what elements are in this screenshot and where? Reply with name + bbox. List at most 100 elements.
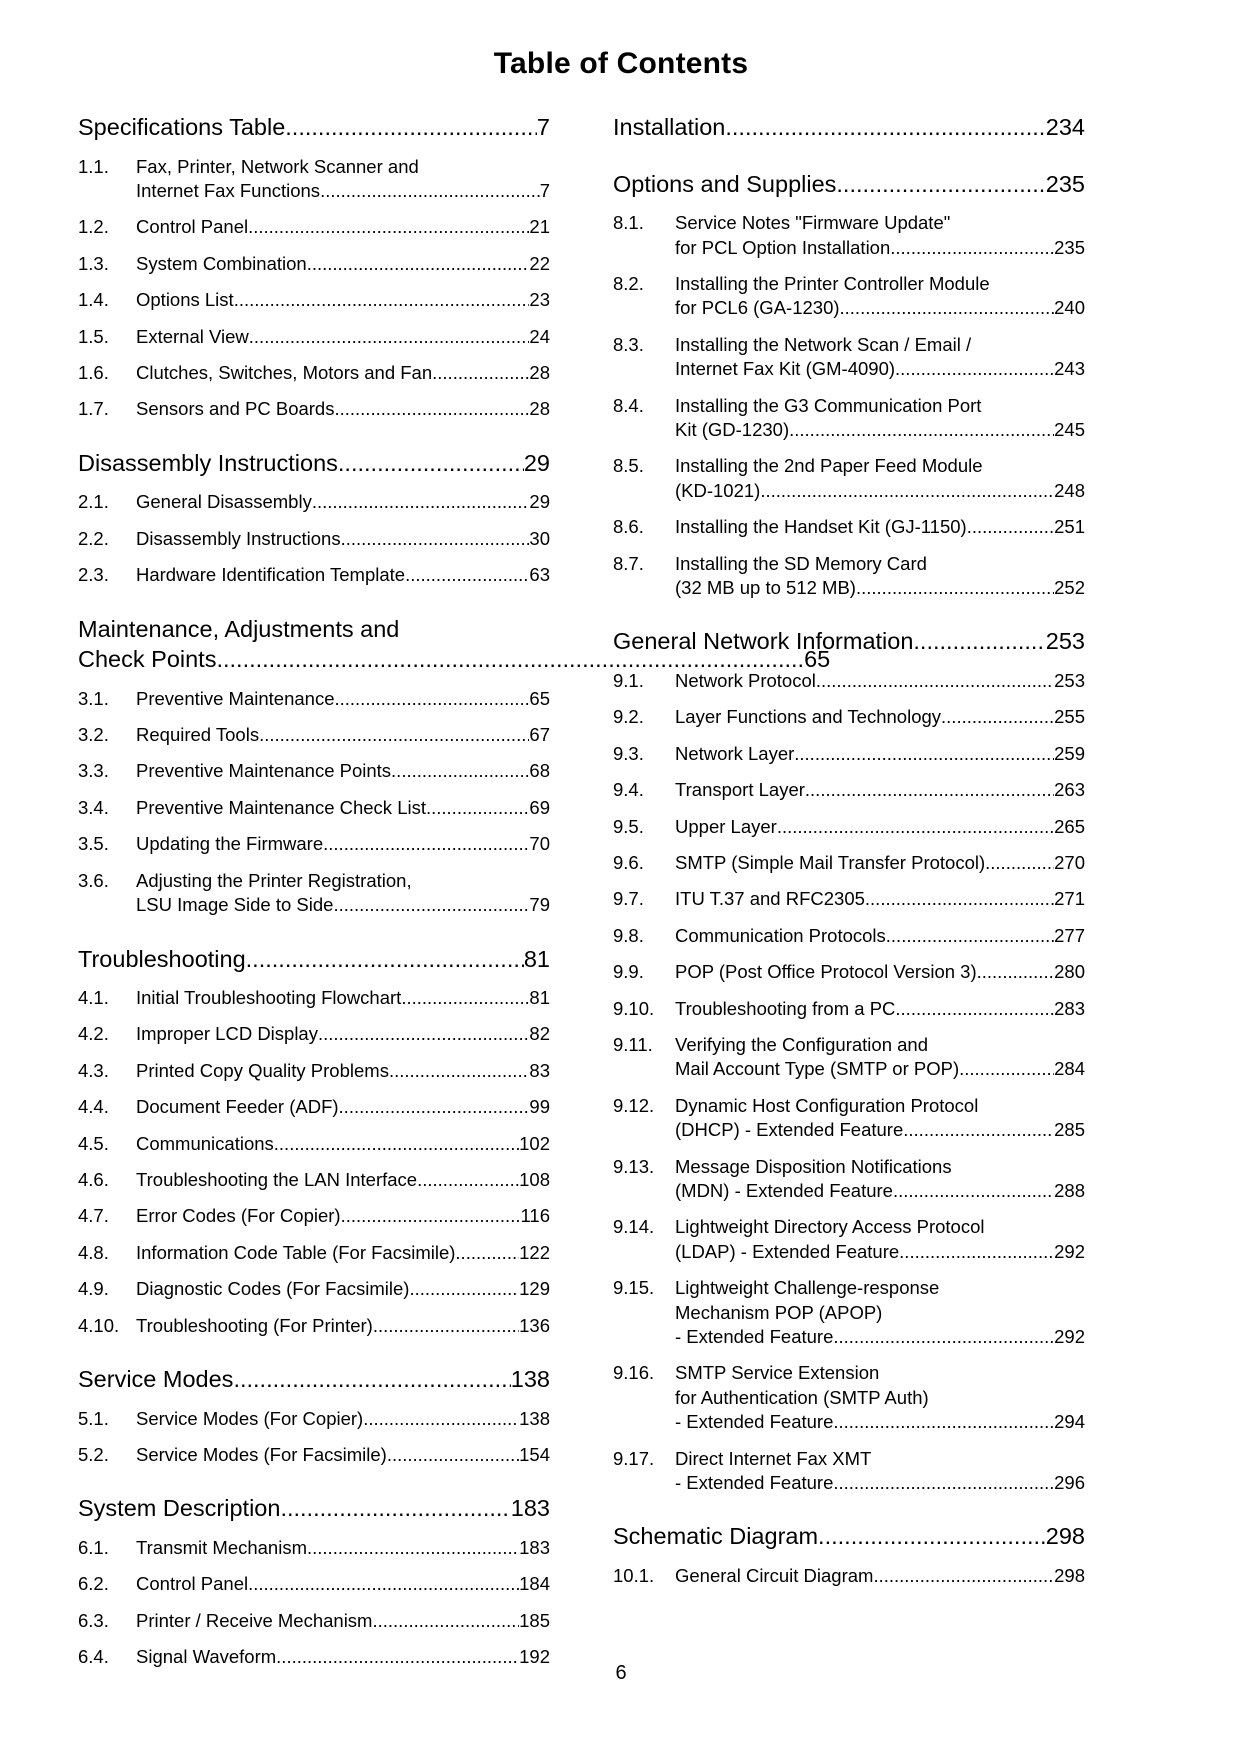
toc-entry-line: Fax, Printer, Network Scanner and — [136, 155, 550, 179]
toc-entry[interactable]: 3.3. Preventive Maintenance Points ......… — [78, 759, 550, 783]
toc-entry[interactable]: 9.4. Transport Layer ....................… — [613, 778, 1085, 802]
toc-entry[interactable]: 9.10. Troubleshooting from a PC .........… — [613, 997, 1085, 1021]
toc-entry[interactable]: 3.5. Updating the Firmware ..............… — [78, 832, 550, 856]
toc-entry[interactable]: 1.7. Sensors and PC Boards ..............… — [78, 397, 550, 421]
toc-chapter[interactable]: Options and Supplies ...................… — [613, 169, 1085, 200]
toc-entry[interactable]: 9.6. SMTP (Simple Mail Transfer Protocol)… — [613, 851, 1085, 875]
toc-entry[interactable]: 6.1. Transmit Mechanism .................… — [78, 1536, 550, 1560]
toc-entry[interactable]: 5.2. Service Modes (For Facsimile) ......… — [78, 1443, 550, 1467]
toc-entry[interactable]: 8.6. Installing the Handset Kit (GJ-1150)… — [613, 515, 1085, 539]
toc-entry[interactable]: 9.2. Layer Functions and Technology .....… — [613, 705, 1085, 729]
toc-entry[interactable]: 10.1. General Circuit Diagram ...........… — [613, 1564, 1085, 1588]
toc-entry[interactable]: 9.11. Verifying the Configuration and Mail… — [613, 1033, 1085, 1082]
toc-entry-page: 252 — [1054, 576, 1085, 598]
toc-entry-number: 8.4. — [613, 394, 644, 416]
toc-entry[interactable]: 1.1. Fax, Printer, Network Scanner and Int… — [78, 155, 550, 204]
toc-entry-line: Disassembly Instructions ...............… — [136, 527, 550, 551]
toc-entry-number: 3.6. — [78, 869, 109, 891]
toc-entry[interactable]: 1.3. System Combination .................… — [78, 252, 550, 276]
toc-entry[interactable]: 6.2. Control Panel ......................… — [78, 1572, 550, 1596]
toc-entry[interactable]: 3.4. Preventive Maintenance Check List ..… — [78, 796, 550, 820]
toc-entry[interactable]: 8.4. Installing the G3 Communication Port… — [613, 394, 1085, 443]
toc-entry[interactable]: 9.14. Lightweight Directory Access Protoc… — [613, 1215, 1085, 1264]
toc-chapter[interactable]: Troubleshooting ........................… — [78, 944, 550, 975]
toc-entry[interactable]: 1.2. Control Panel ......................… — [78, 215, 550, 239]
toc-entry-number: 4.10. — [78, 1314, 120, 1336]
toc-entry-number: 9.11. — [613, 1033, 653, 1055]
toc-entry[interactable]: 8.7. Installing the SD Memory Card (32 MB … — [613, 552, 1085, 601]
toc-chapter[interactable]: Installation ...........................… — [613, 112, 1085, 143]
toc-entry[interactable]: 9.13. Message Disposition Notifications (M… — [613, 1155, 1085, 1204]
toc-entry[interactable]: 9.16. SMTP Service Extension for Authentic… — [613, 1361, 1085, 1434]
toc-entry-label: Clutches, Switches, Motors and Fan — [136, 361, 433, 383]
toc-entry[interactable]: 4.1. Initial Troubleshooting Flowchart ..… — [78, 986, 550, 1010]
toc-entry[interactable]: 8.1. Service Notes "Firmware Update" for P… — [613, 211, 1085, 260]
toc-chapter[interactable]: Maintenance, Adjustments and Check Points… — [78, 614, 830, 675]
toc-entry-page: 82 — [529, 1023, 550, 1045]
toc-entry-body: Information Code Table (For Facsimile) .… — [136, 1241, 550, 1265]
toc-entry[interactable]: 4.10. Troubleshooting (For Printer) .....… — [78, 1314, 550, 1338]
toc-entry[interactable]: 9.17. Direct Internet Fax XMT - Extended F… — [613, 1447, 1085, 1496]
toc-entry[interactable]: 4.8. Information Code Table (For Facsimil… — [78, 1241, 550, 1265]
toc-entry[interactable]: 9.7. ITU T.37 and RFC2305 ...............… — [613, 887, 1085, 911]
toc-entry[interactable]: 4.4. Document Feeder (ADF) ..............… — [78, 1095, 550, 1119]
toc-chapter[interactable]: Specifications Table ...................… — [78, 112, 550, 143]
toc-entry[interactable]: 1.4. Options List .......................… — [78, 288, 550, 312]
toc-entry[interactable]: 8.5. Installing the 2nd Paper Feed Module… — [613, 454, 1085, 503]
toc-entry-label: Service Modes (For Facsimile) — [136, 1444, 387, 1466]
toc-chapter[interactable]: System Description .....................… — [78, 1493, 550, 1524]
footer-page-number: 6 — [615, 1662, 627, 1684]
toc-entry[interactable]: 9.3. Network Layer ......................… — [613, 742, 1085, 766]
toc-entry[interactable]: 1.6. Clutches, Switches, Motors and Fan .… — [78, 361, 550, 385]
toc-entry[interactable]: 2.3. Hardware Identification Template ...… — [78, 563, 550, 587]
toc-chapter[interactable]: General Network Information ............… — [613, 626, 1085, 657]
toc-entry[interactable]: 8.3. Installing the Network Scan / Email … — [613, 333, 1085, 382]
toc-chapter[interactable]: Schematic Diagram ......................… — [613, 1521, 1085, 1552]
toc-entry-number: 9.10. — [613, 997, 655, 1019]
toc-entry-line: Mechanism POP (APOP) — [675, 1301, 1085, 1325]
toc-chapter[interactable]: Service Modes ..........................… — [78, 1364, 550, 1395]
toc-entry[interactable]: 1.5. External View ......................… — [78, 325, 550, 349]
toc-entry[interactable]: 4.9. Diagnostic Codes (For Facsimile) ...… — [78, 1277, 550, 1301]
toc-entry[interactable]: 4.3. Printed Copy Quality Problems ......… — [78, 1059, 550, 1083]
toc-entry-line: Installing the G3 Communication Port — [675, 394, 1085, 418]
toc-entry-page: 68 — [529, 760, 550, 782]
toc-entry[interactable]: 3.6. Adjusting the Printer Registration, L… — [78, 869, 550, 918]
toc-entry[interactable]: 2.1. General Disassembly ................… — [78, 490, 550, 514]
toc-entry-label: Kit (GD-1230) — [675, 418, 790, 440]
toc-entry[interactable]: 3.2. Required Tools .....................… — [78, 723, 550, 747]
toc-entry[interactable]: 8.2. Installing the Printer Controller Mo… — [613, 272, 1085, 321]
toc-entry[interactable]: 9.5. Upper Layer ........................… — [613, 815, 1085, 839]
toc-entry-number: 9.14. — [613, 1216, 655, 1238]
toc-entry[interactable]: 6.3. Printer / Receive Mechanism ........… — [78, 1609, 550, 1633]
toc-entry[interactable]: 4.5. Communications .....................… — [78, 1132, 550, 1156]
toc-entry[interactable]: 9.8. Communication Protocols ............… — [613, 924, 1085, 948]
toc-entry[interactable]: 4.2. Improper LCD Display ...............… — [78, 1022, 550, 1046]
toc-entry[interactable]: 4.6. Troubleshooting the LAN Interface ..… — [78, 1168, 550, 1192]
toc-entry-label: SMTP Service Extension — [675, 1362, 880, 1384]
toc-entry-body: External View ..........................… — [136, 325, 550, 349]
toc-entry-body: Communication Protocols ................… — [675, 924, 1085, 948]
toc-entry[interactable]: 9.15. Lightweight Challenge-response Mecha… — [613, 1276, 1085, 1349]
toc-chapter-page: 183 — [510, 1495, 550, 1522]
toc-entry[interactable]: 5.1. Service Modes (For Copier) .........… — [78, 1407, 550, 1431]
toc-entry-number: 3.1. — [78, 687, 109, 709]
toc-chapter[interactable]: Disassembly Instructions ...............… — [78, 448, 550, 479]
toc-entry-label: for Authentication (SMTP Auth) — [675, 1386, 929, 1408]
toc-entry[interactable]: 9.9. POP (Post Office Protocol Version 3)… — [613, 960, 1085, 984]
toc-entry[interactable]: 3.1. Preventive Maintenance .............… — [78, 687, 550, 711]
toc-entry-line: Initial Troubleshooting Flowchart ......… — [136, 986, 550, 1010]
toc-entry-body: Network Protocol .......................… — [675, 669, 1085, 693]
toc-entry-page: 280 — [1054, 961, 1085, 983]
toc-entry[interactable]: 2.2. Disassembly Instructions ...........… — [78, 527, 550, 551]
toc-entry[interactable]: 9.12. Dynamic Host Configuration Protocol… — [613, 1094, 1085, 1143]
toc-entry-label: General Circuit Diagram — [675, 1565, 874, 1587]
dot-leader: ........................................… — [409, 1278, 520, 1300]
toc-entry[interactable]: 4.7. Error Codes (For Copier) ...........… — [78, 1204, 550, 1228]
dot-leader: ........................................… — [976, 961, 1055, 983]
dot-leader: ........................................… — [959, 1058, 1054, 1080]
toc-entry-label: Required Tools — [136, 724, 260, 746]
toc-entry[interactable]: 9.1. Network Protocol ...................… — [613, 669, 1085, 693]
dot-leader: ........................................… — [941, 706, 1055, 728]
toc-entry-number: 2.1. — [78, 491, 109, 513]
